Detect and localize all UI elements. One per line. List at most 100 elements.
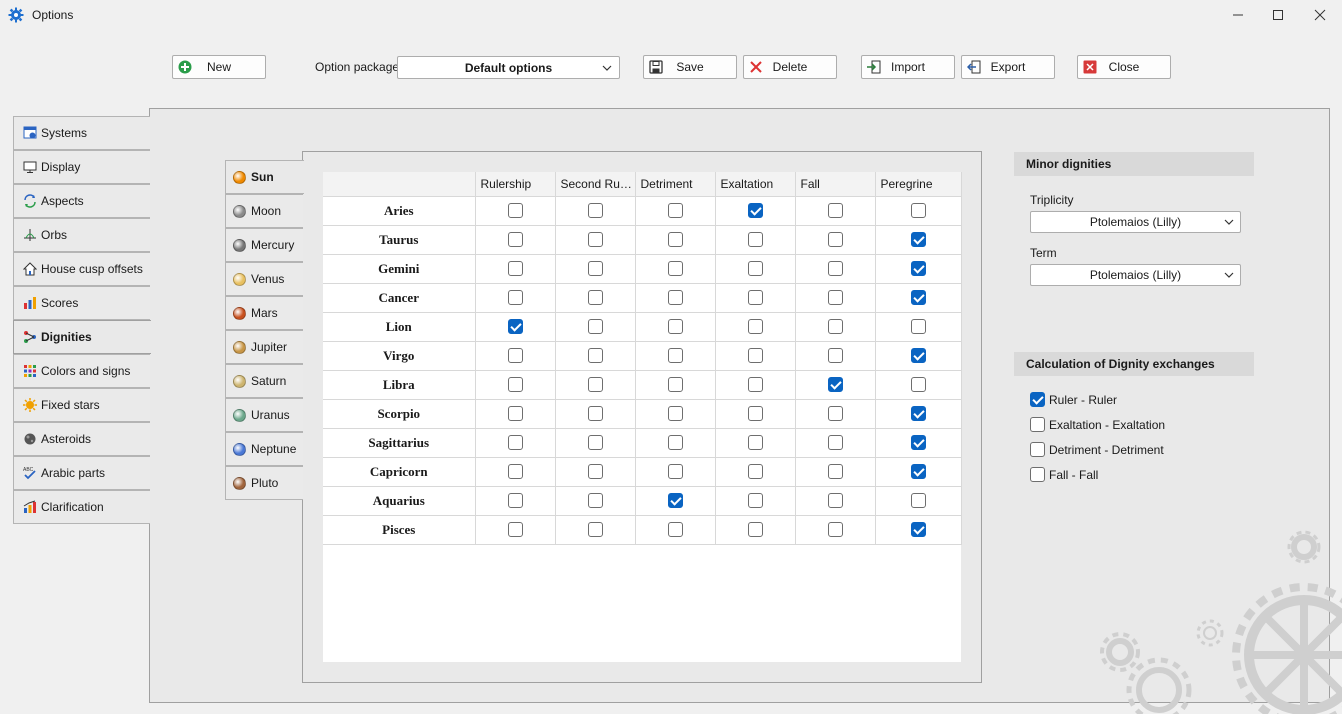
exchange-checkbox[interactable] — [1030, 417, 1045, 432]
dignity-checkbox[interactable] — [507, 203, 523, 219]
tab-planet-pluto[interactable]: Pluto — [225, 466, 303, 500]
dignity-checkbox[interactable] — [507, 232, 523, 248]
tab-house-cusp-offsets[interactable]: House cusp offsets — [13, 252, 150, 286]
dignity-checkbox[interactable] — [827, 290, 843, 306]
dignity-checkbox[interactable] — [587, 406, 603, 422]
dignity-checkbox[interactable] — [667, 290, 683, 306]
dignity-checkbox[interactable] — [667, 348, 683, 364]
dignity-checkbox[interactable] — [827, 232, 843, 248]
new-button[interactable]: New — [172, 55, 266, 79]
dignity-checkbox[interactable] — [507, 261, 523, 277]
dignity-checkbox[interactable] — [827, 261, 843, 277]
dignity-checkbox[interactable] — [910, 261, 926, 277]
minimize-button[interactable] — [1217, 0, 1259, 30]
dignity-checkbox[interactable] — [827, 464, 843, 480]
dignity-checkbox[interactable] — [827, 406, 843, 422]
dignity-checkbox[interactable] — [910, 406, 926, 422]
dignity-checkbox[interactable] — [747, 319, 763, 335]
delete-button[interactable]: Delete — [743, 55, 837, 79]
dignity-checkbox[interactable] — [910, 464, 926, 480]
dignity-checkbox[interactable] — [667, 203, 683, 219]
dignity-checkbox[interactable] — [507, 377, 523, 393]
dignity-checkbox[interactable] — [747, 203, 763, 219]
tab-fixed-stars[interactable]: Fixed stars — [13, 388, 150, 422]
dignity-checkbox[interactable] — [827, 493, 843, 509]
dignity-checkbox[interactable] — [910, 290, 926, 306]
dignity-checkbox[interactable] — [827, 203, 843, 219]
exchange-option[interactable]: Detriment - Detriment — [1030, 442, 1164, 457]
dignity-checkbox[interactable] — [587, 261, 603, 277]
dignity-checkbox[interactable] — [910, 377, 926, 393]
exchange-option[interactable]: Exaltation - Exaltation — [1030, 417, 1165, 432]
tab-asteroids[interactable]: Asteroids — [13, 422, 150, 456]
dignity-checkbox[interactable] — [827, 377, 843, 393]
tab-planet-venus[interactable]: Venus — [225, 262, 303, 296]
exchange-option[interactable]: Ruler - Ruler — [1030, 392, 1117, 407]
tab-planet-jupiter[interactable]: Jupiter — [225, 330, 303, 364]
tab-systems[interactable]: Systems — [13, 116, 150, 150]
dignity-checkbox[interactable] — [827, 348, 843, 364]
dignity-checkbox[interactable] — [747, 232, 763, 248]
dignity-checkbox[interactable] — [507, 493, 523, 509]
tab-orbs[interactable]: Orbs — [13, 218, 150, 252]
dignity-checkbox[interactable] — [747, 522, 763, 538]
column-header-second-rulership[interactable]: Second Rulership — [555, 172, 636, 197]
dignity-checkbox[interactable] — [910, 435, 926, 451]
dignity-checkbox[interactable] — [747, 261, 763, 277]
dignity-checkbox[interactable] — [667, 435, 683, 451]
dignity-checkbox[interactable] — [507, 406, 523, 422]
save-button[interactable]: Save — [643, 55, 737, 79]
dignity-checkbox[interactable] — [910, 319, 926, 335]
tab-planet-moon[interactable]: Moon — [225, 194, 303, 228]
option-package-select[interactable]: Default options — [397, 56, 620, 79]
tab-planet-mars[interactable]: Mars — [225, 296, 303, 330]
dignity-checkbox[interactable] — [587, 232, 603, 248]
dignity-checkbox[interactable] — [667, 406, 683, 422]
tab-dignities[interactable]: Dignities — [13, 320, 151, 354]
dignity-checkbox[interactable] — [587, 522, 603, 538]
dignity-checkbox[interactable] — [910, 522, 926, 538]
dignity-checkbox[interactable] — [587, 493, 603, 509]
dignity-checkbox[interactable] — [667, 522, 683, 538]
exchange-checkbox[interactable] — [1030, 392, 1045, 407]
maximize-button[interactable] — [1257, 0, 1299, 30]
dignity-checkbox[interactable] — [587, 435, 603, 451]
column-header-peregrine[interactable]: Peregrine — [875, 172, 962, 197]
dignity-checkbox[interactable] — [667, 261, 683, 277]
dignity-checkbox[interactable] — [910, 232, 926, 248]
dignity-checkbox[interactable] — [667, 232, 683, 248]
exchange-option[interactable]: Fall - Fall — [1030, 467, 1098, 482]
dignity-checkbox[interactable] — [507, 348, 523, 364]
column-header-detriment[interactable]: Detriment — [635, 172, 716, 197]
tab-planet-sun[interactable]: Sun — [225, 160, 304, 194]
dignity-checkbox[interactable] — [667, 377, 683, 393]
dignity-checkbox[interactable] — [747, 435, 763, 451]
dignity-checkbox[interactable] — [667, 319, 683, 335]
dignity-checkbox[interactable] — [827, 435, 843, 451]
term-select[interactable]: Ptolemaios (Lilly) — [1030, 264, 1241, 286]
dignity-checkbox[interactable] — [507, 435, 523, 451]
dignity-checkbox[interactable] — [507, 522, 523, 538]
dignity-checkbox[interactable] — [587, 203, 603, 219]
tab-colors-and-signs[interactable]: Colors and signs — [13, 354, 150, 388]
dignity-checkbox[interactable] — [587, 319, 603, 335]
column-header-fall[interactable]: Fall — [795, 172, 876, 197]
dignity-checkbox[interactable] — [747, 290, 763, 306]
tab-planet-neptune[interactable]: Neptune — [225, 432, 303, 466]
dignity-checkbox[interactable] — [910, 348, 926, 364]
dignity-checkbox[interactable] — [587, 290, 603, 306]
tab-clarification[interactable]: Clarification — [13, 490, 150, 524]
dignity-checkbox[interactable] — [747, 348, 763, 364]
column-header-rulership[interactable]: Rulership — [475, 172, 556, 197]
tab-planet-uranus[interactable]: Uranus — [225, 398, 303, 432]
exchange-checkbox[interactable] — [1030, 442, 1045, 457]
column-header-exaltation[interactable]: Exaltation — [715, 172, 796, 197]
dignity-checkbox[interactable] — [747, 493, 763, 509]
dignity-checkbox[interactable] — [827, 319, 843, 335]
tab-planet-mercury[interactable]: Mercury — [225, 228, 303, 262]
dignity-checkbox[interactable] — [587, 464, 603, 480]
tab-display[interactable]: Display — [13, 150, 150, 184]
dignity-checkbox[interactable] — [507, 290, 523, 306]
import-button[interactable]: Import — [861, 55, 955, 79]
dignity-checkbox[interactable] — [667, 493, 683, 509]
